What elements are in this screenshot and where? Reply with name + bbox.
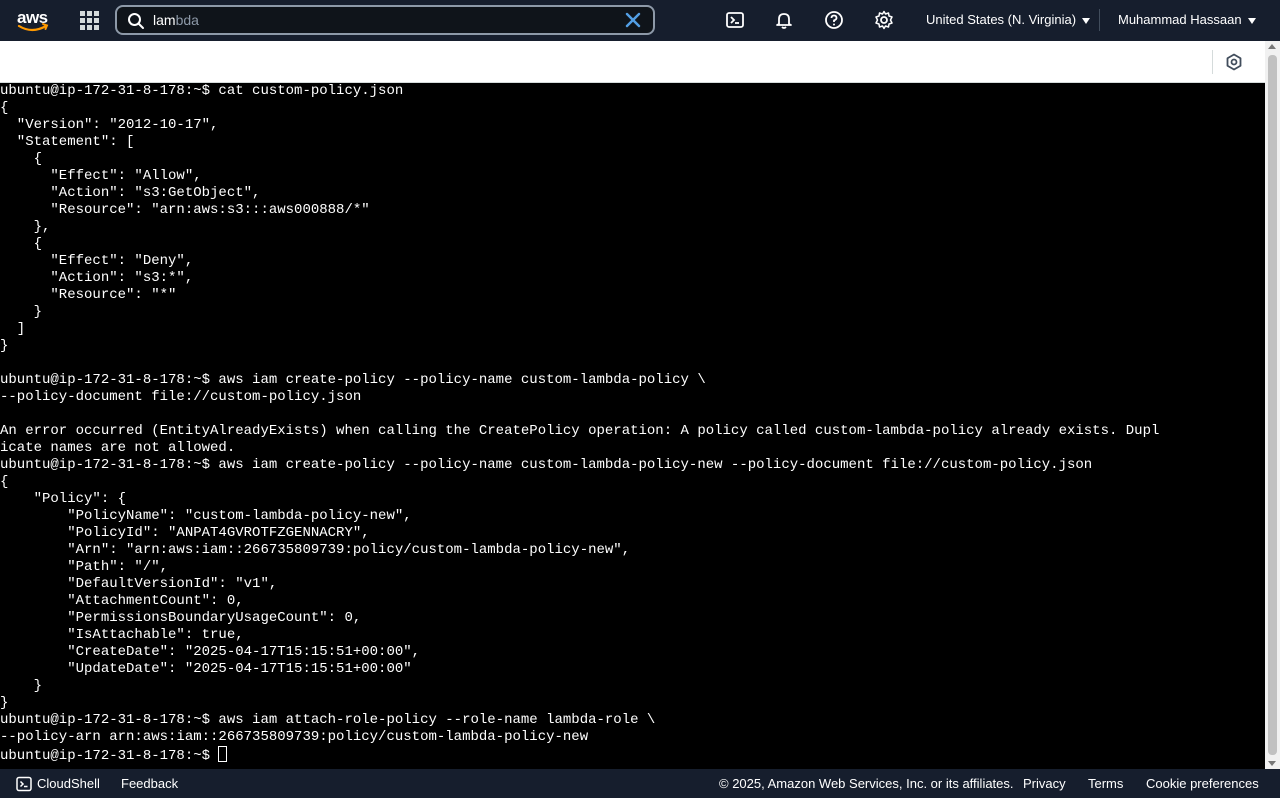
close-icon[interactable] bbox=[625, 12, 641, 28]
terminal-line: "Arn": "arn:aws:iam::266735809739:policy… bbox=[0, 542, 631, 558]
terminal-line: ubuntu@ip-172-31-8-178:~$ cat custom-pol… bbox=[0, 83, 404, 99]
terminal-line: "CreateDate": "2025-04-17T15:15:51+00:00… bbox=[0, 644, 421, 660]
terminal-line: { bbox=[0, 236, 43, 252]
feedback-link[interactable]: Feedback bbox=[121, 776, 178, 791]
terminal-line: "Action": "s3:*", bbox=[0, 270, 194, 286]
terminal-line: "PolicyName": "custom-lambda-policy-new"… bbox=[0, 508, 412, 524]
region-label: United States (N. Virginia) bbox=[926, 12, 1077, 27]
gear-icon[interactable] bbox=[874, 10, 894, 30]
terminal-line: icate names are not allowed. bbox=[0, 440, 236, 456]
region-selector[interactable]: United States (N. Virginia) bbox=[926, 12, 1091, 27]
terminal-line: "Policy": { bbox=[0, 491, 127, 507]
terminal-line: "Path": "/", bbox=[0, 559, 169, 575]
header-divider bbox=[1212, 50, 1213, 74]
terminal-line: An error occurred (EntityAlreadyExists) … bbox=[0, 423, 1160, 439]
copyright-text: © 2025, Amazon Web Services, Inc. or its… bbox=[719, 776, 1014, 791]
services-grid-icon[interactable] bbox=[80, 11, 99, 30]
search-autocomplete-text: bda bbox=[175, 12, 199, 28]
terminal-line: "PermissionsBoundaryUsageCount": 0, bbox=[0, 610, 362, 626]
terminal-line: "Statement": [ bbox=[0, 134, 135, 150]
search-box[interactable]: lambda bbox=[115, 5, 655, 35]
caret-down-icon bbox=[1247, 17, 1256, 24]
footer: CloudShell Feedback © 2025, Amazon Web S… bbox=[0, 769, 1280, 798]
caret-down-icon bbox=[1082, 17, 1091, 24]
scrollbar[interactable] bbox=[1265, 41, 1280, 769]
scroll-down-icon[interactable] bbox=[1268, 761, 1276, 766]
settings-icon[interactable] bbox=[1225, 53, 1243, 71]
terminal-line: "Action": "s3:GetObject", bbox=[0, 185, 261, 201]
aws-smile-icon bbox=[17, 23, 49, 32]
terminal[interactable]: ubuntu@ip-172-31-8-178:~$ cat custom-pol… bbox=[0, 83, 1265, 769]
privacy-link[interactable]: Privacy bbox=[1023, 776, 1066, 791]
terminal-line: "DefaultVersionId": "v1", bbox=[0, 576, 278, 592]
help-icon[interactable] bbox=[824, 10, 844, 30]
user-name: Muhammad Hassaan bbox=[1118, 12, 1242, 27]
nav-divider bbox=[1099, 9, 1100, 31]
terminal-line: ubuntu@ip-172-31-8-178:~$ aws iam attach… bbox=[0, 712, 656, 728]
terminal-cursor bbox=[218, 746, 228, 762]
terminal-line: "UpdateDate": "2025-04-17T15:15:51+00:00… bbox=[0, 661, 412, 677]
terminal-line: "PolicyId": "ANPAT4GVROTFZGENNACRY", bbox=[0, 525, 370, 541]
search-typed-text: lam bbox=[153, 12, 176, 28]
terminal-line: ] bbox=[0, 321, 26, 337]
terminal-line: "Effect": "Allow", bbox=[0, 168, 202, 184]
terminal-line: }, bbox=[0, 219, 51, 235]
scroll-thumb[interactable] bbox=[1268, 55, 1277, 755]
top-navigation: aws lambda United States (N. Virginia) M… bbox=[0, 0, 1280, 41]
terminal-line: { bbox=[0, 151, 43, 167]
cloudshell-icon[interactable] bbox=[725, 10, 745, 30]
terms-link[interactable]: Terms bbox=[1088, 776, 1123, 791]
terminal-line: { bbox=[0, 474, 9, 490]
cloudshell-header bbox=[0, 41, 1265, 83]
bell-icon[interactable] bbox=[774, 10, 794, 30]
terminal-line: --policy-document file://custom-policy.j… bbox=[0, 389, 362, 405]
terminal-line: } bbox=[0, 338, 9, 354]
terminal-line: --policy-arn arn:aws:iam::266735809739:p… bbox=[0, 729, 589, 745]
terminal-line: { bbox=[0, 100, 9, 116]
account-menu[interactable]: Muhammad Hassaan bbox=[1118, 12, 1256, 27]
terminal-line: "AttachmentCount": 0, bbox=[0, 593, 244, 609]
terminal-line: ubuntu@ip-172-31-8-178:~$ aws iam create… bbox=[0, 372, 706, 388]
terminal-line: "IsAttachable": true, bbox=[0, 627, 244, 643]
terminal-line: "Effect": "Deny", bbox=[0, 253, 194, 269]
terminal-line: ubuntu@ip-172-31-8-178:~$ aws iam create… bbox=[0, 457, 1093, 473]
terminal-prompt-line[interactable]: ubuntu@ip-172-31-8-178:~$ bbox=[0, 746, 1265, 764]
terminal-output: ubuntu@ip-172-31-8-178:~$ cat custom-pol… bbox=[0, 83, 1265, 764]
terminal-line: "Resource": "*" bbox=[0, 287, 177, 303]
terminal-line: "Resource": "arn:aws:s3:::aws000888/*" bbox=[0, 202, 370, 218]
cloudshell-link[interactable]: CloudShell bbox=[37, 776, 100, 791]
terminal-line: } bbox=[0, 304, 43, 320]
search-input[interactable]: lambda bbox=[153, 10, 613, 30]
terminal-line: } bbox=[0, 695, 9, 711]
search-icon bbox=[128, 13, 144, 29]
scroll-up-icon[interactable] bbox=[1268, 44, 1276, 49]
terminal-prompt: ubuntu@ip-172-31-8-178:~$ bbox=[0, 748, 219, 764]
cookie-preferences-link[interactable]: Cookie preferences bbox=[1146, 776, 1259, 791]
terminal-line: "Version": "2012-10-17", bbox=[0, 117, 219, 133]
cloudshell-icon[interactable] bbox=[16, 776, 32, 792]
terminal-line: } bbox=[0, 678, 43, 694]
aws-logo[interactable]: aws bbox=[16, 8, 50, 34]
